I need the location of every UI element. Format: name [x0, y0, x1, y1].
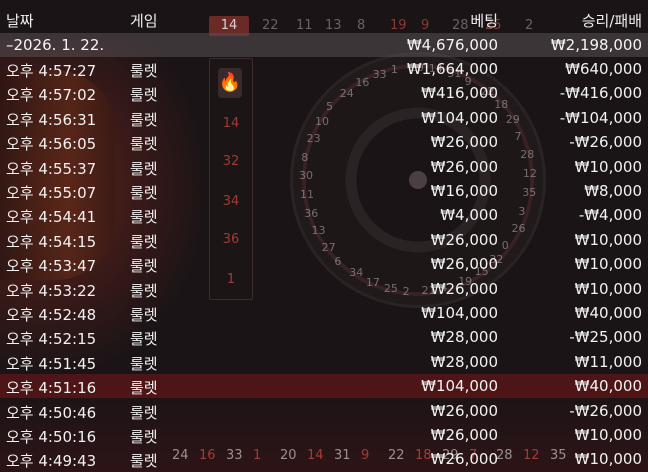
row-bet: ₩26,000 [430, 230, 498, 249]
summary-result: ₩2,198,000 [550, 36, 642, 54]
row-bet: ₩26,000 [430, 255, 498, 274]
row-game: 룰렛 [130, 159, 158, 178]
row-bet: ₩104,000 [421, 108, 498, 127]
row-bet: ₩28,000 [430, 328, 498, 347]
table-row[interactable]: 오후 4:50:46 룰렛 ₩26,000 -₩26,000 [0, 399, 648, 423]
table-row[interactable]: 오후 4:56:05 룰렛 ₩26,000 -₩26,000 [0, 130, 648, 154]
row-bet: ₩16,000 [430, 182, 498, 200]
row-result: -₩25,000 [569, 328, 642, 347]
row-time: 오후 4:52:48 [6, 306, 97, 324]
row-game: 룰렛 [130, 379, 158, 398]
row-result: ₩40,000 [574, 304, 642, 322]
row-result: ₩10,000 [574, 255, 642, 274]
row-game: 룰렛 [130, 232, 158, 251]
row-time: 오후 4:49:43 [6, 452, 97, 471]
table-row[interactable]: 오후 4:51:45 룰렛 ₩28,000 ₩11,000 [0, 350, 648, 374]
row-time: 오후 4:50:16 [6, 428, 97, 446]
row-time: 오후 4:54:41 [6, 208, 97, 227]
table-header: 날짜 게임 베팅 승리/패배 [0, 6, 648, 32]
row-game: 룰렛 [130, 428, 158, 446]
row-result: -₩26,000 [569, 401, 642, 420]
row-bet: ₩26,000 [430, 426, 498, 444]
table-row[interactable]: 오후 4:56:31 룰렛 ₩104,000 -₩104,000 [0, 106, 648, 130]
table-row[interactable]: 오후 4:49:43 룰렛 ₩26,000 ₩10,000 [0, 447, 648, 471]
row-time: 오후 4:53:47 [6, 257, 97, 276]
row-bet: ₩26,000 [430, 401, 498, 420]
row-result: -₩104,000 [559, 108, 642, 127]
table-row[interactable]: 오후 4:53:47 룰렛 ₩26,000 ₩10,000 [0, 252, 648, 276]
row-bet: ₩26,000 [430, 157, 498, 176]
column-header-bet: 베팅 [470, 12, 498, 30]
row-game: 룰렛 [130, 135, 158, 154]
row-time: 오후 4:57:02 [6, 86, 97, 105]
row-bet: ₩104,000 [421, 304, 498, 322]
row-time: 오후 4:53:22 [6, 281, 97, 300]
row-game: 룰렛 [130, 184, 158, 202]
row-time: 오후 4:57:27 [6, 62, 97, 80]
column-header-result: 승리/패배 [581, 12, 642, 30]
row-bet: ₩104,000 [421, 377, 498, 396]
row-result: -₩26,000 [569, 133, 642, 152]
column-header-game: 게임 [130, 12, 158, 30]
row-game: 룰렛 [130, 62, 158, 80]
table-row[interactable]: 오후 4:51:16 룰렛 ₩104,000 ₩40,000 [0, 374, 648, 399]
row-result: ₩640,000 [565, 60, 642, 78]
table-row[interactable]: 오후 4:54:15 룰렛 ₩26,000 ₩10,000 [0, 228, 648, 252]
table-row[interactable]: 오후 4:54:41 룰렛 ₩4,000 -₩4,000 [0, 203, 648, 227]
row-bet: ₩1,664,000 [406, 60, 498, 78]
column-header-date: 날짜 [6, 12, 34, 30]
table-row[interactable]: 오후 4:52:15 룰렛 ₩28,000 -₩25,000 [0, 325, 648, 349]
row-bet: ₩26,000 [430, 133, 498, 152]
row-game: 룰렛 [130, 208, 158, 227]
row-time: 오후 4:55:07 [6, 184, 97, 202]
row-time: 오후 4:51:45 [6, 354, 97, 373]
date-summary-row[interactable]: –2026. 1. 22. ₩4,676,000 ₩2,198,000 [0, 33, 648, 57]
row-bet: ₩26,000 [430, 450, 498, 469]
row-result: ₩10,000 [574, 426, 642, 444]
row-time: 오후 4:55:37 [6, 159, 97, 178]
row-time: 오후 4:56:31 [6, 110, 97, 129]
row-result: ₩10,000 [574, 279, 642, 298]
row-result: ₩10,000 [574, 450, 642, 469]
table-row[interactable]: 오후 4:50:16 룰렛 ₩26,000 ₩10,000 [0, 423, 648, 447]
row-time: 오후 4:54:15 [6, 232, 97, 251]
table-row[interactable]: 오후 4:55:37 룰렛 ₩26,000 ₩10,000 [0, 155, 648, 179]
summary-date: –2026. 1. 22. [6, 36, 105, 54]
row-result: ₩40,000 [574, 377, 642, 396]
row-result: ₩11,000 [574, 352, 642, 371]
row-game: 룰렛 [130, 86, 158, 105]
row-game: 룰렛 [130, 354, 158, 373]
row-game: 룰렛 [130, 306, 158, 324]
row-bet: ₩28,000 [430, 352, 498, 371]
table-row[interactable]: 오후 4:55:07 룰렛 ₩16,000 ₩8,000 [0, 179, 648, 203]
row-time: 오후 4:50:46 [6, 403, 97, 422]
table-row[interactable]: 오후 4:57:02 룰렛 ₩416,000 -₩416,000 [0, 81, 648, 105]
row-game: 룰렛 [130, 281, 158, 300]
row-game: 룰렛 [130, 330, 158, 349]
row-bet: ₩26,000 [430, 279, 498, 298]
row-game: 룰렛 [130, 403, 158, 422]
summary-bet: ₩4,676,000 [406, 36, 498, 54]
row-result: ₩10,000 [574, 157, 642, 176]
table-row[interactable]: 오후 4:57:27 룰렛 ₩1,664,000 ₩640,000 [0, 57, 648, 81]
row-game: 룰렛 [130, 257, 158, 276]
row-result: ₩8,000 [584, 182, 642, 200]
row-bet: ₩4,000 [440, 206, 498, 225]
row-game: 룰렛 [130, 452, 158, 471]
row-time: 오후 4:51:16 [6, 379, 97, 398]
row-game: 룰렛 [130, 110, 158, 129]
row-time: 오후 4:56:05 [6, 135, 97, 154]
row-bet: ₩416,000 [421, 84, 498, 103]
row-result: -₩4,000 [578, 206, 642, 225]
row-result: ₩10,000 [574, 230, 642, 249]
row-time: 오후 4:52:15 [6, 330, 97, 349]
row-result: -₩416,000 [559, 84, 642, 103]
table-row[interactable]: 오후 4:52:48 룰렛 ₩104,000 ₩40,000 [0, 301, 648, 325]
table-row[interactable]: 오후 4:53:22 룰렛 ₩26,000 ₩10,000 [0, 277, 648, 301]
